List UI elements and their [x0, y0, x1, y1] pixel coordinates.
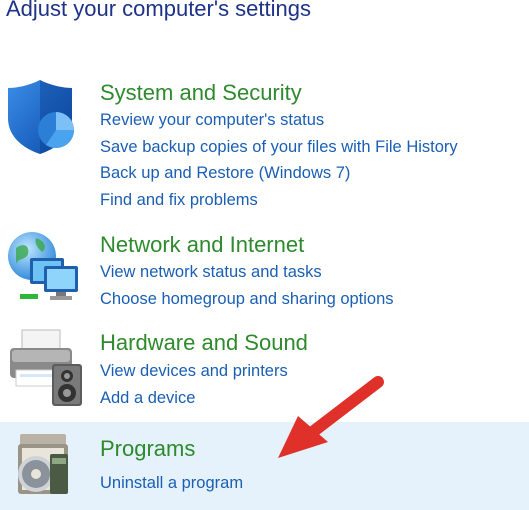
- heading-programs[interactable]: Programs: [100, 436, 195, 462]
- page-title: Adjust your computer's settings: [6, 0, 312, 21]
- category-system-and-security: System and Security Review your computer…: [0, 70, 529, 220]
- category-hardware-and-sound: Hardware and Sound View devices and prin…: [0, 322, 529, 420]
- network-globe-icon[interactable]: [6, 230, 82, 307]
- heading-network-and-internet[interactable]: Network and Internet: [100, 232, 304, 258]
- programs-disc-icon[interactable]: [14, 432, 76, 503]
- link-uninstall-program[interactable]: Uninstall a program: [100, 474, 243, 493]
- link-add-device[interactable]: Add a device: [100, 389, 195, 408]
- red-arrow-icon: [270, 372, 400, 477]
- link-find-fix[interactable]: Find and fix problems: [100, 191, 258, 210]
- link-devices-printers[interactable]: View devices and printers: [100, 362, 288, 381]
- heading-hardware-and-sound[interactable]: Hardware and Sound: [100, 330, 308, 356]
- heading-system-and-security[interactable]: System and Security: [100, 80, 302, 106]
- shield-icon[interactable]: [6, 78, 78, 161]
- link-save-backup[interactable]: Save backup copies of your files with Fi…: [100, 138, 458, 157]
- category-network-and-internet: Network and Internet View network status…: [0, 222, 529, 322]
- link-homegroup-sharing[interactable]: Choose homegroup and sharing options: [100, 290, 394, 309]
- link-review-status[interactable]: Review your computer's status: [100, 111, 324, 130]
- link-backup-restore[interactable]: Back up and Restore (Windows 7): [100, 164, 350, 183]
- control-panel-page: Adjust your computer's settings System a…: [0, 0, 529, 510]
- category-programs[interactable]: Programs Uninstall a program: [0, 422, 529, 510]
- printer-speaker-icon[interactable]: [6, 326, 86, 415]
- link-view-network-status[interactable]: View network status and tasks: [100, 263, 322, 282]
